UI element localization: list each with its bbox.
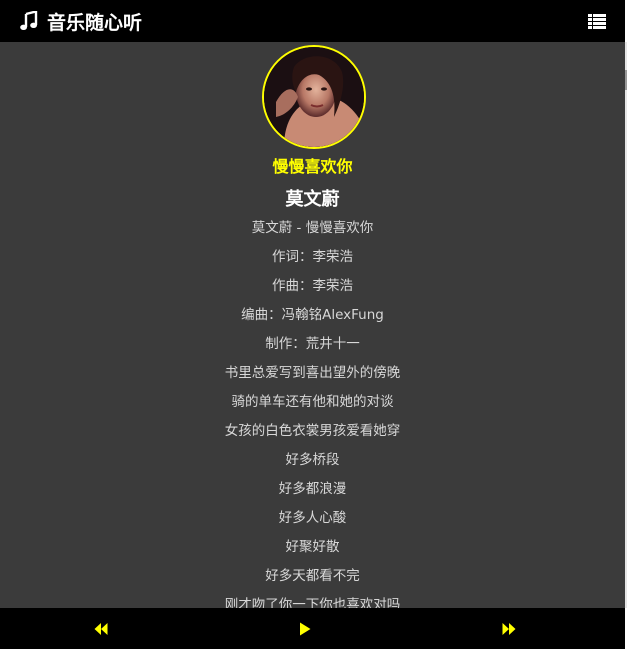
artist-name: 莫文蔚 — [285, 189, 340, 210]
top-bar: 音乐随心听 — [0, 0, 625, 42]
lyric-line: 作词：李荣浩 — [272, 249, 353, 265]
app-title: 音乐随心听 — [47, 11, 143, 34]
play-icon[interactable] — [299, 621, 311, 636]
lyric-line: 好多天都看不完 — [265, 568, 360, 584]
lyric-line: 编曲：冯翰铭AlexFung — [241, 307, 384, 323]
lyrics-panel[interactable]: 慢慢喜欢你 莫文蔚 莫文蔚 - 慢慢喜欢你 作词：李荣浩 作曲：李荣浩 编曲：冯… — [0, 42, 625, 608]
lyric-line: 刚才吻了你一下你也喜欢对吗 — [224, 597, 401, 608]
next-track-icon[interactable] — [502, 621, 516, 635]
lyric-line: 女孩的白色衣裳男孩爱看她穿 — [224, 423, 401, 439]
lyric-line: 好多都浪漫 — [278, 481, 347, 497]
previous-track-icon[interactable] — [94, 621, 108, 635]
music-note-icon — [20, 9, 38, 31]
lyric-line: 骑的单车还有他和她的对谈 — [231, 394, 394, 410]
lyrics-list: 莫文蔚 - 慢慢喜欢你 作词：李荣浩 作曲：李荣浩 编曲：冯翰铭AlexFung… — [0, 217, 625, 608]
lyric-line: 好多桥段 — [285, 452, 340, 468]
player-controls — [0, 608, 625, 649]
lyric-line: 莫文蔚 - 慢慢喜欢你 — [251, 220, 374, 236]
brand: 音乐随心听 — [20, 8, 142, 35]
lyric-line: 好多人心酸 — [278, 510, 347, 526]
list-menu-icon[interactable] — [588, 13, 606, 29]
lyric-line: 好聚好散 — [285, 539, 340, 555]
lyric-line: 制作：荒井十一 — [265, 336, 360, 352]
music-player-app: 音乐随心听 慢慢喜欢你 莫文蔚 莫文蔚 - 慢慢喜欢你 作词：李荣浩 作曲：李荣… — [0, 0, 627, 649]
lyric-line: 书里总爱写到喜出望外的傍晚 — [224, 365, 401, 381]
album-cover-image — [262, 45, 366, 149]
song-title: 慢慢喜欢你 — [272, 157, 353, 176]
lyric-line: 作曲：李荣浩 — [272, 278, 353, 294]
